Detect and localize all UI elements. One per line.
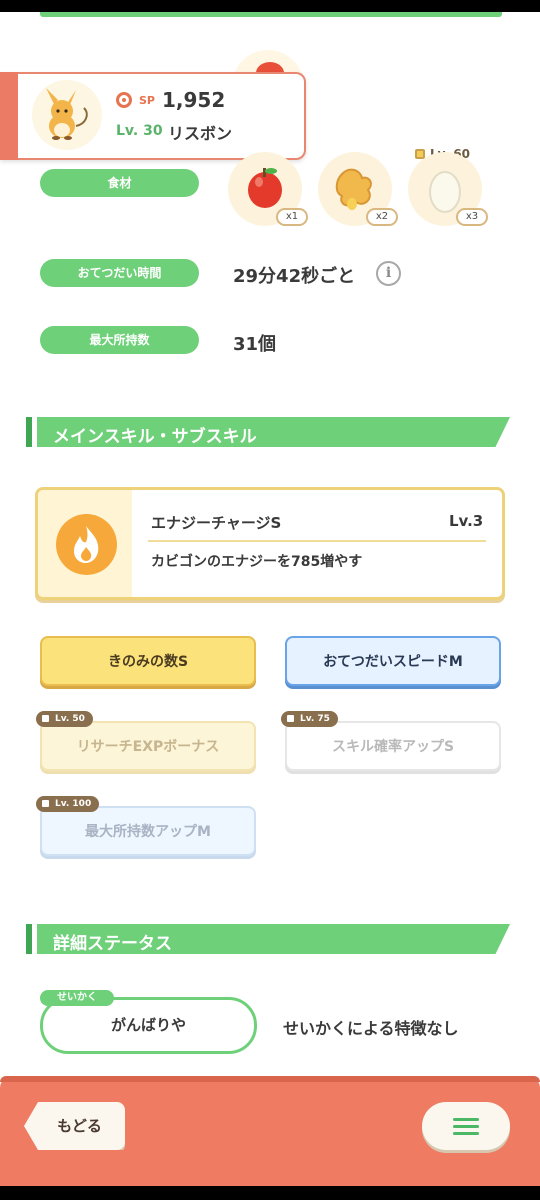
sub-skill-button-locked[interactable]: スキル確率アップS <box>285 721 501 771</box>
sub-skill-button-locked[interactable]: 最大所持数アップM <box>40 806 256 856</box>
section-title: メインスキル・サブスキル <box>53 427 257 447</box>
system-nav-bar <box>0 1186 540 1200</box>
menu-icon-line <box>453 1125 479 1128</box>
pokemon-name: リスボン <box>168 124 233 143</box>
ingredients-label: 食材 <box>40 169 199 197</box>
detail-section-header: 詳細ステータス <box>26 924 510 954</box>
main-skill-level: Lv.3 <box>449 512 484 530</box>
nature-effect: せいかくによる特徴なし <box>283 1019 459 1038</box>
section-bar-remnant <box>40 12 502 17</box>
info-icon[interactable]: i <box>376 261 401 286</box>
menu-icon <box>453 1118 479 1121</box>
pokemon-avatar <box>32 80 102 150</box>
section-title: 詳細ステータス <box>53 934 172 954</box>
sp-value: 1,952 <box>162 88 226 112</box>
menu-button[interactable] <box>422 1102 510 1150</box>
skills-section-header: メインスキル・サブスキル <box>26 417 510 447</box>
sub-skill-button[interactable]: おてつだいスピードM <box>285 636 501 686</box>
bottom-bar-shade <box>0 1076 540 1082</box>
divider <box>148 540 486 542</box>
ingredient-qty: x2 <box>366 208 398 226</box>
status-bar <box>0 0 540 12</box>
pokeball-icon <box>116 92 132 108</box>
max-carry-label: 最大所持数 <box>40 326 199 354</box>
ingredient-qty: x3 <box>456 208 488 226</box>
ingredient-qty: x1 <box>276 208 308 226</box>
back-button[interactable]: もどる <box>24 1102 125 1150</box>
sub-skill-button-locked[interactable]: リサーチEXPボーナス <box>40 721 256 771</box>
help-time-label: おてつだい時間 <box>40 259 199 287</box>
main-skill-description: カビゴンのエナジーを785増やす <box>151 554 363 570</box>
flame-icon <box>56 514 117 575</box>
lock-level-tag: Lv. 50 <box>36 711 93 727</box>
lock-icon <box>287 714 294 722</box>
lock-icon <box>42 799 49 807</box>
sub-skill-button[interactable]: きのみの数S <box>40 636 256 686</box>
main-skill-name: エナジーチャージS <box>151 514 282 532</box>
lock-icon <box>42 714 49 722</box>
lock-level-tag: Lv. 100 <box>36 796 100 812</box>
lock-level-tag: Lv. 75 <box>281 711 338 727</box>
pokemon-level: Lv. 30 <box>116 123 163 139</box>
card-accent-stripe <box>0 72 18 160</box>
menu-icon-line <box>453 1132 479 1135</box>
max-carry-value: 31個 <box>233 334 277 355</box>
sp-label: SP <box>139 94 155 107</box>
help-time-value: 29分42秒ごと <box>233 266 356 287</box>
nature-tag: せいかく <box>40 990 114 1006</box>
